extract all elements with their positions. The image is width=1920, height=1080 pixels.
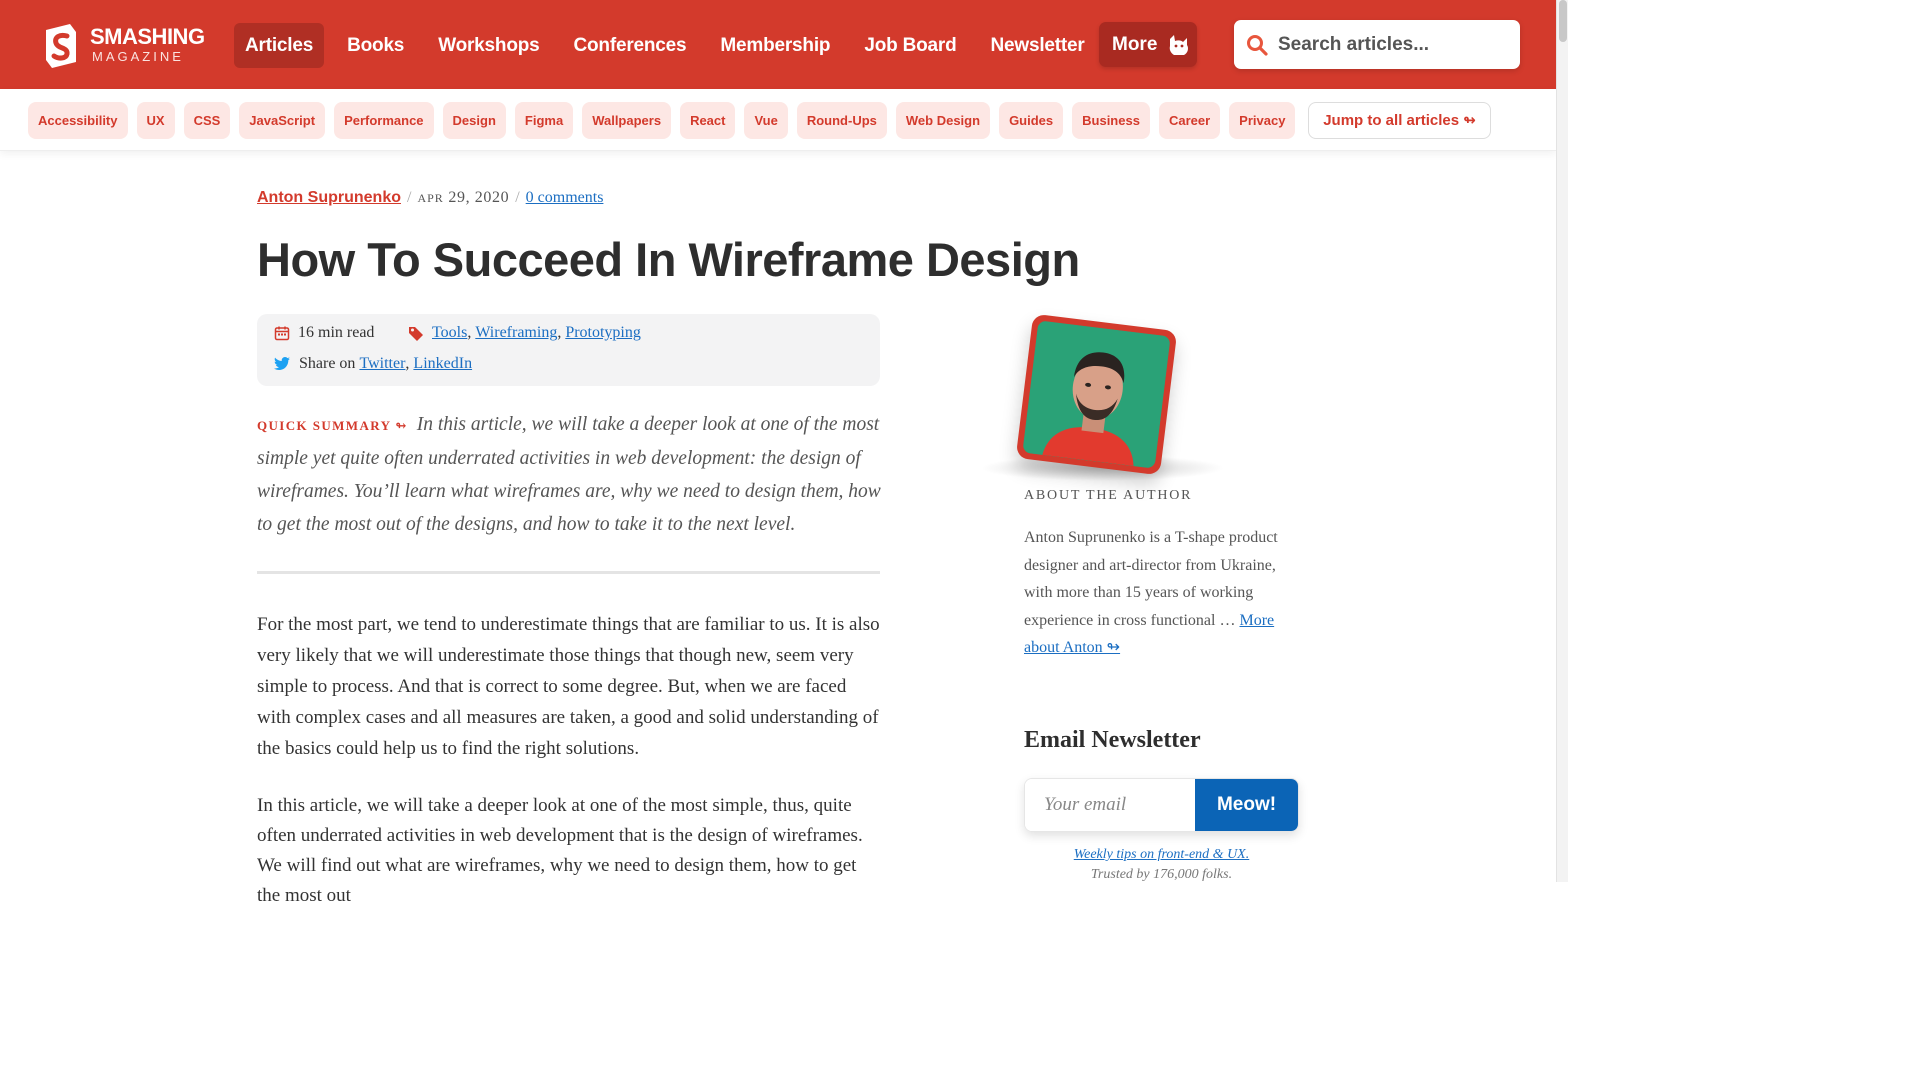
site-header: SMASHING MAGAZINE Articles Books Worksho… [0,0,1556,89]
page-scrollbar[interactable] [1556,0,1568,882]
nav-item-job-board[interactable]: Job Board [853,23,967,68]
category-accessibility[interactable]: Accessibility [28,102,128,139]
summary-divider [257,571,880,574]
logo-subtitle: MAGAZINE [92,49,184,64]
share-linkedin-link[interactable]: LinkedIn [413,355,472,373]
category-web-design[interactable]: Web Design [895,102,991,139]
meta-separator: / [406,189,412,206]
newsletter-form: Meow! [1024,778,1299,832]
about-author-heading: ABOUT THE AUTHOR [1024,488,1193,503]
article-paragraph: For the most part, we tend to underestim… [257,614,880,759]
category-javascript[interactable]: JavaScript [239,102,326,139]
share-label: Share on [299,355,356,372]
about-author-text: Anton Suprunenko is a T-shape product de… [1024,524,1299,662]
category-css[interactable]: CSS [183,102,231,139]
tags-row: Tools, Wireframing, Prototyping [408,324,641,342]
author-portrait-icon [1022,320,1171,469]
twitter-icon [274,357,290,370]
publish-date: APR 29, 2020 [417,189,509,207]
category-react[interactable]: React [680,102,736,139]
newsletter-submit-button[interactable]: Meow! [1195,779,1298,831]
category-design[interactable]: Design [442,102,506,139]
category-guides[interactable]: Guides [999,102,1064,139]
read-time: 16 min read [298,324,375,341]
nav-item-books[interactable]: Books [336,23,415,68]
article-title: How To Succeed In Wireframe Design [257,233,1080,286]
category-business[interactable]: Business [1072,102,1150,139]
category-privacy[interactable]: Privacy [1229,102,1296,139]
author-link[interactable]: Anton Suprunenko [257,189,401,207]
tag-icon [409,327,423,341]
category-round-ups[interactable]: Round-Ups [796,102,887,139]
newsletter-tip-link[interactable]: Weekly tips on front-end & UX. [1024,847,1299,863]
nav-item-conferences[interactable]: Conferences [563,23,698,68]
category-list: Accessibility UX CSS JavaScript Performa… [28,102,1304,139]
cat-icon [1170,34,1189,55]
more-menu-button[interactable]: More [1099,22,1197,67]
quick-summary-label: QUICK SUMMARY ↬ [257,418,408,433]
author-photo [1022,320,1171,469]
jump-to-all-articles-button[interactable]: Jump to all articles ↬ [1308,102,1491,139]
nav-item-workshops[interactable]: Workshops [427,23,550,68]
newsletter-title: Email Newsletter [1024,727,1201,753]
read-time-row: 16 min read [274,324,374,342]
tag-link-prototyping[interactable]: Prototyping [565,324,641,342]
article-info-box: 16 min read Tools, Wireframing, Prototyp… [257,314,880,386]
nav-item-membership[interactable]: Membership [709,23,841,68]
calendar-icon [274,326,290,341]
quick-summary: QUICK SUMMARY ↬ In this article, we will… [257,408,883,541]
nav-item-newsletter[interactable]: Newsletter [979,23,1095,68]
publish-month: APR [417,191,444,205]
search-icon [1247,34,1268,56]
category-figma[interactable]: Figma [514,102,574,139]
tag-link-wireframing[interactable]: Wireframing [475,324,557,342]
category-wallpapers[interactable]: Wallpapers [582,102,672,139]
category-performance[interactable]: Performance [334,102,434,139]
author-avatar[interactable] [1015,313,1178,476]
article-paragraph: In this article, we will take a deeper l… [257,795,863,906]
newsletter-trust-text: Trusted by 176,000 folks. [1090,867,1233,882]
tag-link-tools[interactable]: Tools [432,324,467,342]
email-field[interactable] [1025,779,1195,831]
logo-icon [46,24,76,68]
nav-item-articles[interactable]: Articles [234,22,325,68]
search-box[interactable]: Search articles... [1234,20,1520,69]
article-meta: Anton Suprunenko / APR 29, 2020 / 0 comm… [257,189,603,207]
logo-name: SMASHING [90,24,205,49]
search-input[interactable]: Search articles... [1278,34,1429,56]
category-ux[interactable]: UX [136,102,175,139]
share-twitter-link[interactable]: Twitter [359,355,405,373]
scrollbar-thumb[interactable] [1559,0,1567,42]
comments-link[interactable]: 0 comments [526,189,604,207]
share-row: Share on Twitter, LinkedIn [274,355,472,373]
category-bar: Accessibility UX CSS JavaScript Performa… [0,89,1556,151]
site-logo[interactable]: SMASHING MAGAZINE [40,20,215,80]
meta-separator: / [515,189,520,206]
more-label: More [1112,33,1158,55]
category-vue[interactable]: Vue [744,102,788,139]
main-nav: Articles Books Workshops Conferences Mem… [234,22,1108,68]
publish-day-year: 29, 2020 [448,189,510,206]
category-career[interactable]: Career [1158,102,1221,139]
